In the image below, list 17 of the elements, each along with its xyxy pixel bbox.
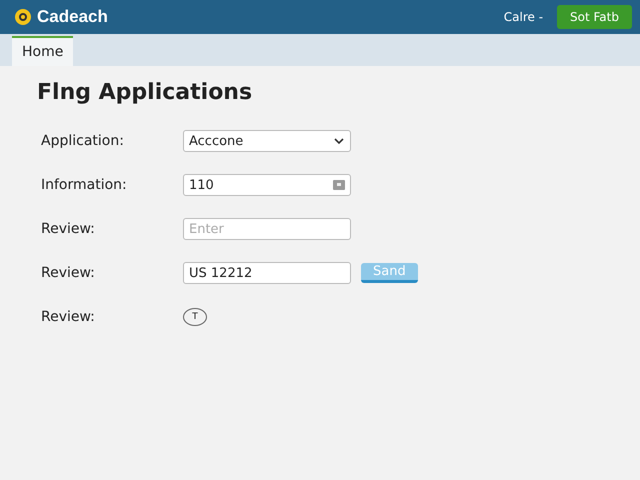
review-field[interactable]: US 12212 [183, 262, 351, 284]
review-field[interactable]: Enter [183, 218, 351, 240]
logo-icon [14, 8, 32, 26]
field-label: Information: [40, 177, 128, 193]
tab[interactable]: Home [12, 36, 74, 66]
action-button[interactable]: Sot Fatb [557, 5, 632, 29]
information-field[interactable]: 110 [183, 174, 351, 196]
field-label: Review: [40, 309, 96, 325]
brand-name: Cadeach [37, 7, 108, 27]
page-title: Flng Applications [37, 80, 254, 105]
field-label: Review: [40, 265, 96, 281]
circle-toggle[interactable]: T [183, 308, 207, 326]
application-select[interactable]: Acccone [183, 130, 351, 152]
chevron-down-icon [333, 136, 345, 146]
user-menu[interactable]: Calre - [504, 10, 544, 24]
field-label: Application: [40, 133, 125, 149]
field-label: Review: [40, 221, 96, 237]
